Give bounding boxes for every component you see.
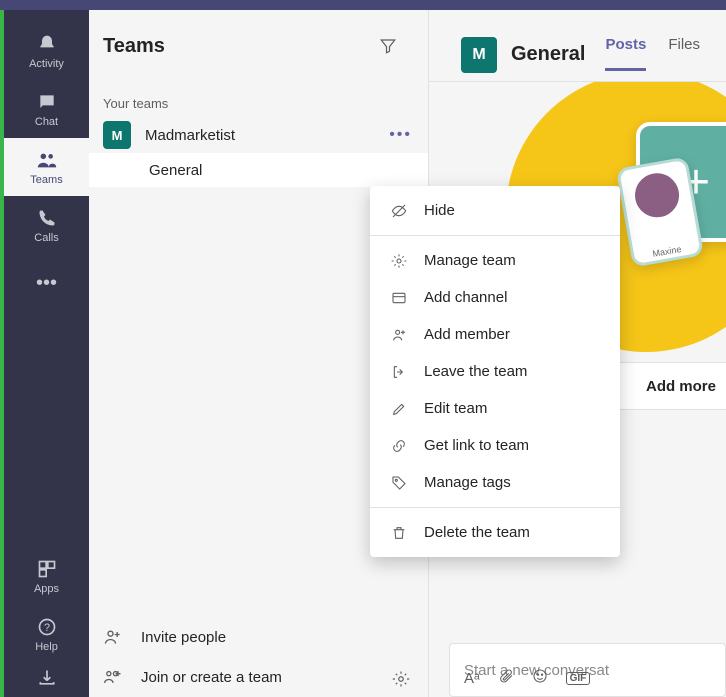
channel-row[interactable]: General <box>89 153 428 187</box>
ellipsis-icon: ••• <box>36 271 57 295</box>
phone-icon <box>38 206 56 230</box>
gif-icon[interactable]: GIF <box>566 672 591 685</box>
menu-manage-tags[interactable]: Manage tags <box>370 464 620 501</box>
rail-help[interactable]: ? Help <box>4 605 89 663</box>
team-name: Madmarketist <box>145 127 369 144</box>
menu-get-link[interactable]: Get link to team <box>370 427 620 464</box>
rail-label: Teams <box>30 174 62 186</box>
team-avatar: M <box>103 121 131 149</box>
invite-label: Invite people <box>141 629 226 646</box>
channel-title: General <box>511 43 585 66</box>
rail-label: Activity <box>29 58 64 70</box>
rail-apps[interactable]: Apps <box>4 547 89 605</box>
menu-label: Add member <box>424 326 510 343</box>
rail-calls[interactable]: Calls <box>4 196 89 254</box>
menu-label: Add channel <box>424 289 507 306</box>
tag-icon <box>390 475 408 491</box>
menu-label: Hide <box>424 202 455 219</box>
channel-name: General <box>149 162 202 179</box>
join-label: Join or create a team <box>141 669 282 686</box>
sidebar-title: Teams <box>103 35 165 58</box>
rail-label: Apps <box>34 583 59 595</box>
menu-delete-team[interactable]: Delete the team <box>370 514 620 551</box>
menu-divider <box>370 507 620 508</box>
menu-label: Delete the team <box>424 524 530 541</box>
menu-label: Leave the team <box>424 363 527 380</box>
menu-hide[interactable]: Hide <box>370 192 620 229</box>
team-context-menu: Hide Manage team Add channel Add member … <box>370 186 620 557</box>
rail-more[interactable]: ••• <box>4 254 89 312</box>
format-icon[interactable]: Aᵃ <box>464 670 480 687</box>
attach-icon[interactable] <box>498 668 514 688</box>
channel-tabs: Posts Files <box>605 28 700 81</box>
filter-icon <box>379 37 397 55</box>
gear-icon <box>392 670 410 688</box>
rail-activity[interactable]: Activity <box>4 22 89 80</box>
channel-avatar: M <box>461 37 497 73</box>
menu-divider <box>370 235 620 236</box>
chat-icon <box>37 90 57 114</box>
leave-icon <box>390 364 408 380</box>
add-member-icon <box>390 327 408 343</box>
settings-button[interactable] <box>392 670 410 693</box>
menu-label: Manage team <box>424 252 516 269</box>
window-edge <box>0 10 4 697</box>
bell-icon <box>37 32 57 56</box>
invite-icon <box>103 627 123 647</box>
section-label: Your teams <box>89 70 428 117</box>
invite-people[interactable]: Invite people <box>89 617 428 657</box>
svg-text:?: ? <box>43 622 49 634</box>
app-rail: Activity Chat Teams Calls ••• Apps ? <box>4 10 89 697</box>
trash-icon <box>390 525 408 541</box>
compose-toolbar: Aᵃ GIF <box>460 663 726 693</box>
rail-label: Chat <box>35 116 58 128</box>
tab-posts[interactable]: Posts <box>605 28 646 71</box>
avatar-illustration <box>632 170 683 221</box>
gear-icon <box>390 253 408 269</box>
download-icon <box>37 666 57 690</box>
rail-label: Calls <box>34 232 58 244</box>
team-more-button[interactable]: ••• <box>383 126 418 144</box>
title-bar <box>0 0 726 10</box>
menu-label: Manage tags <box>424 474 511 491</box>
channel-header: M General Posts Files <box>429 10 726 82</box>
pencil-icon <box>390 401 408 417</box>
tab-files[interactable]: Files <box>668 28 700 71</box>
rail-teams[interactable]: Teams <box>4 138 89 196</box>
menu-add-member[interactable]: Add member <box>370 316 620 353</box>
link-icon <box>390 438 408 454</box>
menu-label: Get link to team <box>424 437 529 454</box>
menu-label: Edit team <box>424 400 487 417</box>
channel-icon <box>390 290 408 306</box>
menu-edit-team[interactable]: Edit team <box>370 390 620 427</box>
menu-manage-team[interactable]: Manage team <box>370 242 620 279</box>
hide-icon <box>390 203 408 219</box>
join-icon <box>103 667 123 687</box>
rail-download[interactable] <box>4 663 89 693</box>
help-icon: ? <box>37 615 57 639</box>
teams-icon <box>36 148 58 172</box>
apps-icon <box>37 557 57 581</box>
menu-leave-team[interactable]: Leave the team <box>370 353 620 390</box>
menu-add-channel[interactable]: Add channel <box>370 279 620 316</box>
filter-button[interactable] <box>372 30 404 62</box>
rail-label: Help <box>35 641 58 653</box>
rail-chat[interactable]: Chat <box>4 80 89 138</box>
team-row[interactable]: M Madmarketist ••• <box>89 117 428 153</box>
add-more-label: Add more <box>646 378 716 395</box>
emoji-icon[interactable] <box>532 668 548 688</box>
join-create-team[interactable]: Join or create a team <box>89 657 428 697</box>
